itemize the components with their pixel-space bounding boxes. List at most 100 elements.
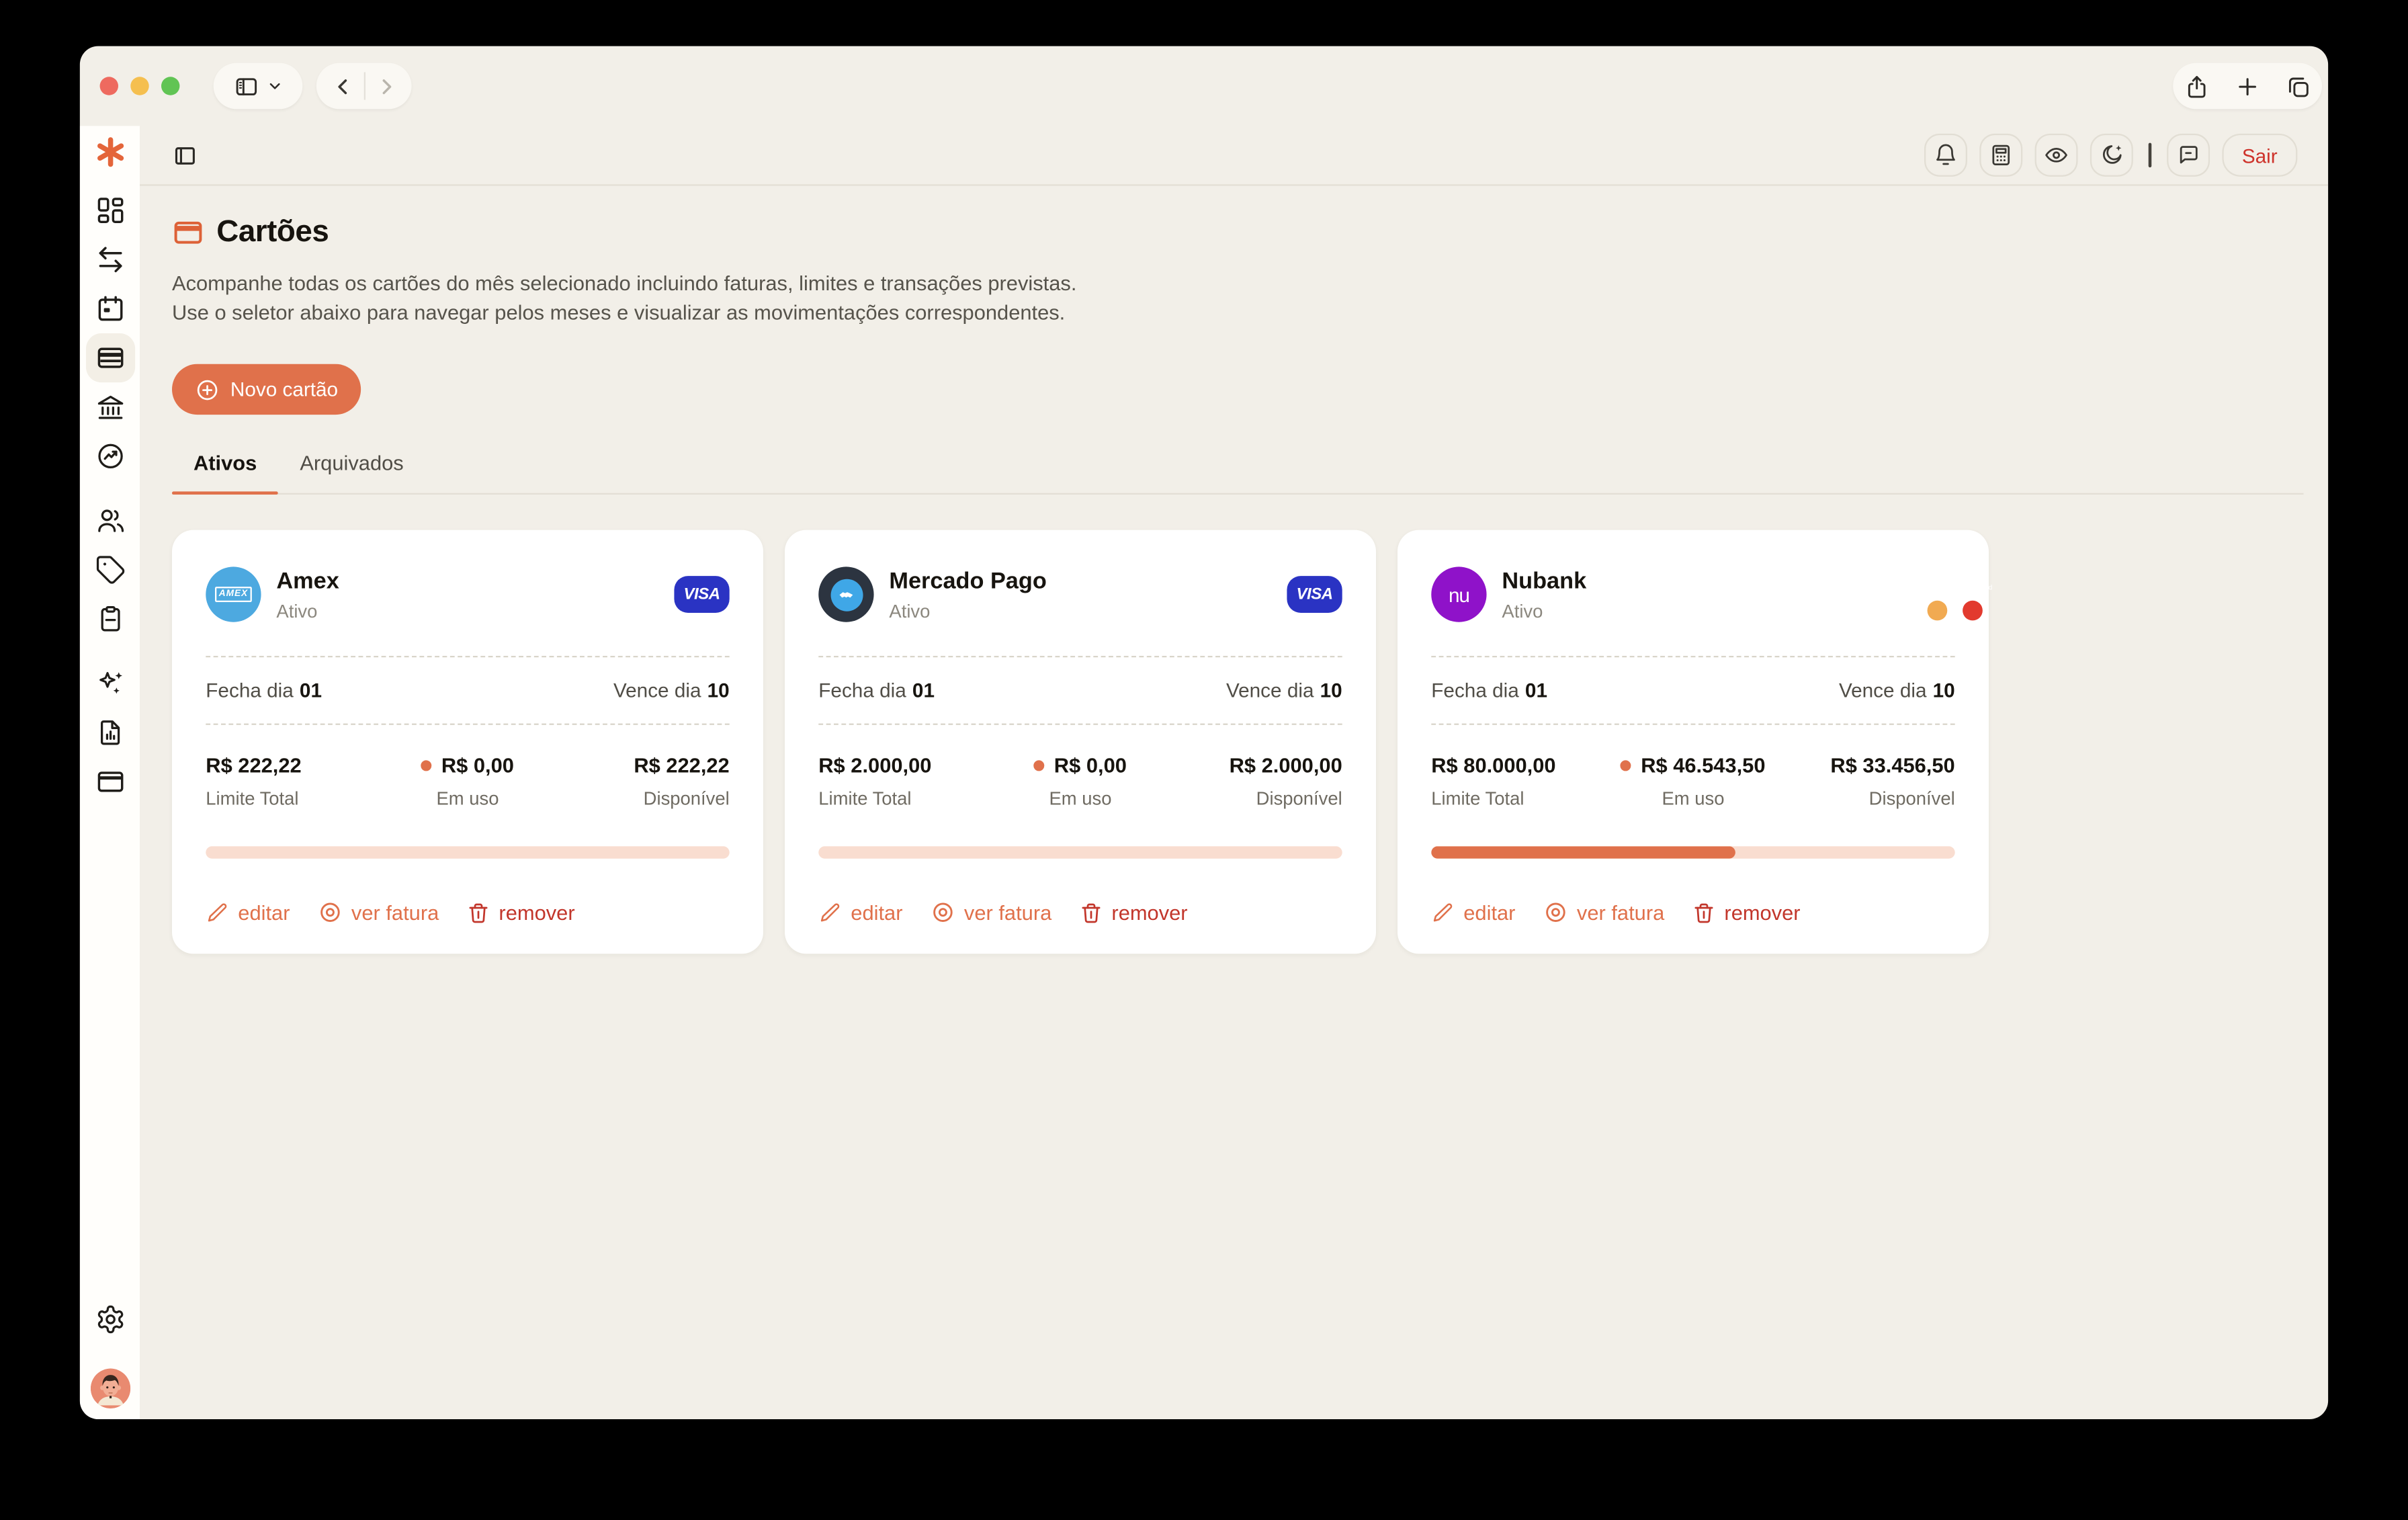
- file-chart-icon: [95, 717, 126, 748]
- sidebar-panel-icon: [233, 73, 259, 99]
- sidebar-item-tags[interactable]: [85, 545, 134, 594]
- new-card-button[interactable]: Novo cartão: [172, 364, 361, 415]
- remove-card-link[interactable]: remover: [1079, 901, 1187, 924]
- chevron-down-icon: [267, 79, 283, 94]
- pencil-icon: [206, 901, 228, 924]
- new-card-label: Novo cartão: [230, 378, 338, 400]
- usage-dot: [421, 760, 432, 771]
- limit-total: R$ 2.000,00 Limite Total: [818, 754, 993, 809]
- close-day: Fecha dia01: [818, 679, 935, 702]
- card-name: Amex: [276, 568, 339, 594]
- users-icon: [95, 505, 126, 536]
- tag-icon: [95, 554, 126, 585]
- usage-dot: [1621, 760, 1631, 771]
- target-icon: [318, 900, 343, 925]
- view-invoice-link[interactable]: ver fatura: [931, 900, 1052, 925]
- close-day: Fecha dia01: [1431, 679, 1547, 702]
- sidebar-item-banks[interactable]: [85, 382, 134, 431]
- visa-badge: VISA: [674, 576, 729, 613]
- panel-toggle-icon[interactable]: [172, 142, 198, 168]
- tab-overview-icon[interactable]: [2285, 73, 2311, 99]
- cards-page: Cartões Acompanhe todas os cartões do mê…: [140, 186, 2328, 1419]
- card-name: Nubank: [1502, 568, 1586, 594]
- usage-dot: [1034, 760, 1045, 771]
- pencil-icon: [1431, 901, 1454, 924]
- moon-sparkle-icon: [2099, 143, 2124, 168]
- target-icon: [931, 900, 955, 925]
- calculator-icon: [1989, 143, 2014, 168]
- sidebar-item-reports[interactable]: [85, 708, 134, 757]
- dashed-divider: [206, 656, 729, 657]
- back-button[interactable]: [331, 75, 354, 97]
- target-icon: [1543, 900, 1568, 925]
- new-tab-icon[interactable]: [2235, 73, 2261, 99]
- dashed-divider: [1431, 656, 1954, 657]
- profile-avatar[interactable]: [90, 1369, 130, 1408]
- usage-progress-bar: [1431, 846, 1954, 858]
- sidebar-item-performance[interactable]: [85, 431, 134, 480]
- sidebar-item-settings[interactable]: [85, 1295, 134, 1344]
- app-sidebar: [80, 126, 140, 1419]
- card-amex: AMEX Amex Ativo VISA Fecha dia01 Venc: [172, 530, 763, 954]
- edit-card-link[interactable]: editar: [1431, 901, 1515, 924]
- available: R$ 222,22 Disponível: [555, 754, 730, 809]
- sidebar-item-transactions[interactable]: [85, 235, 134, 284]
- notifications-button[interactable]: [1924, 134, 1967, 177]
- page-description: Acompanhe todas os cartões do mês seleci…: [172, 269, 1081, 327]
- browser-window-actions: [2173, 63, 2322, 110]
- sidebar-item-calendar[interactable]: [85, 284, 134, 333]
- usage-progress-bar: [206, 846, 729, 858]
- sidebar-item-dashboard[interactable]: [85, 186, 134, 235]
- eye-icon: [2044, 143, 2069, 168]
- close-window-button[interactable]: [100, 77, 118, 95]
- browser-titlebar: [80, 46, 2328, 126]
- sidebar-item-wallet[interactable]: [85, 757, 134, 806]
- nubank-avatar: nu: [1431, 566, 1486, 622]
- cards-page-icon: [172, 216, 204, 249]
- trash-icon: [466, 901, 489, 924]
- tab-ativos[interactable]: Ativos: [172, 452, 278, 493]
- sidebar-item-ai-assistant[interactable]: [85, 659, 134, 708]
- sidebar-item-notes[interactable]: [85, 595, 134, 644]
- edit-card-link[interactable]: editar: [818, 901, 902, 924]
- dashed-divider: [818, 724, 1342, 725]
- privacy-button[interactable]: [2034, 134, 2077, 177]
- zoom-window-button[interactable]: [161, 77, 179, 95]
- browser-navigation: [316, 63, 412, 110]
- dashed-divider: [818, 656, 1342, 657]
- remove-card-link[interactable]: remover: [466, 901, 574, 924]
- sidebar-item-cards[interactable]: [85, 333, 134, 382]
- remove-card-link[interactable]: remover: [1692, 901, 1800, 924]
- sidebar-item-users[interactable]: [85, 496, 134, 545]
- logout-button[interactable]: Sair: [2222, 134, 2297, 177]
- visa-badge: VISA: [1287, 576, 1342, 613]
- card-nubank: nu Nubank Ativo mastercard: [1398, 530, 1989, 954]
- forward-button[interactable]: [374, 75, 397, 97]
- minimize-window-button[interactable]: [130, 77, 148, 95]
- toolbar-divider: [2148, 143, 2151, 168]
- usage-progress-bar: [818, 846, 1342, 858]
- edit-card-link[interactable]: editar: [206, 901, 290, 924]
- logout-label: Sair: [2242, 144, 2278, 167]
- app-logo-asterisk-icon: [91, 134, 128, 171]
- card-stripe-icon: [95, 767, 126, 798]
- view-invoice-link[interactable]: ver fatura: [318, 900, 439, 925]
- calculator-button[interactable]: [1979, 134, 2022, 177]
- dashed-divider: [206, 724, 729, 725]
- gauge-trend-icon: [95, 441, 126, 472]
- bell-icon: [1933, 143, 1958, 168]
- view-invoice-link[interactable]: ver fatura: [1543, 900, 1665, 925]
- browser-sidebar-toggle[interactable]: [214, 63, 303, 110]
- card-status: Ativo: [889, 600, 1046, 622]
- due-day: Vence dia10: [1839, 679, 1955, 702]
- clipboard-icon: [95, 603, 126, 634]
- dark-mode-button[interactable]: [2090, 134, 2133, 177]
- page-title: Cartões: [216, 215, 329, 251]
- tab-arquivados[interactable]: Arquivados: [278, 452, 425, 493]
- close-day: Fecha dia01: [206, 679, 322, 702]
- window-controls: [100, 77, 180, 95]
- share-icon[interactable]: [2184, 73, 2210, 99]
- bank-icon: [95, 392, 126, 423]
- feedback-button[interactable]: [2167, 134, 2210, 177]
- card-status: Ativo: [1502, 600, 1586, 622]
